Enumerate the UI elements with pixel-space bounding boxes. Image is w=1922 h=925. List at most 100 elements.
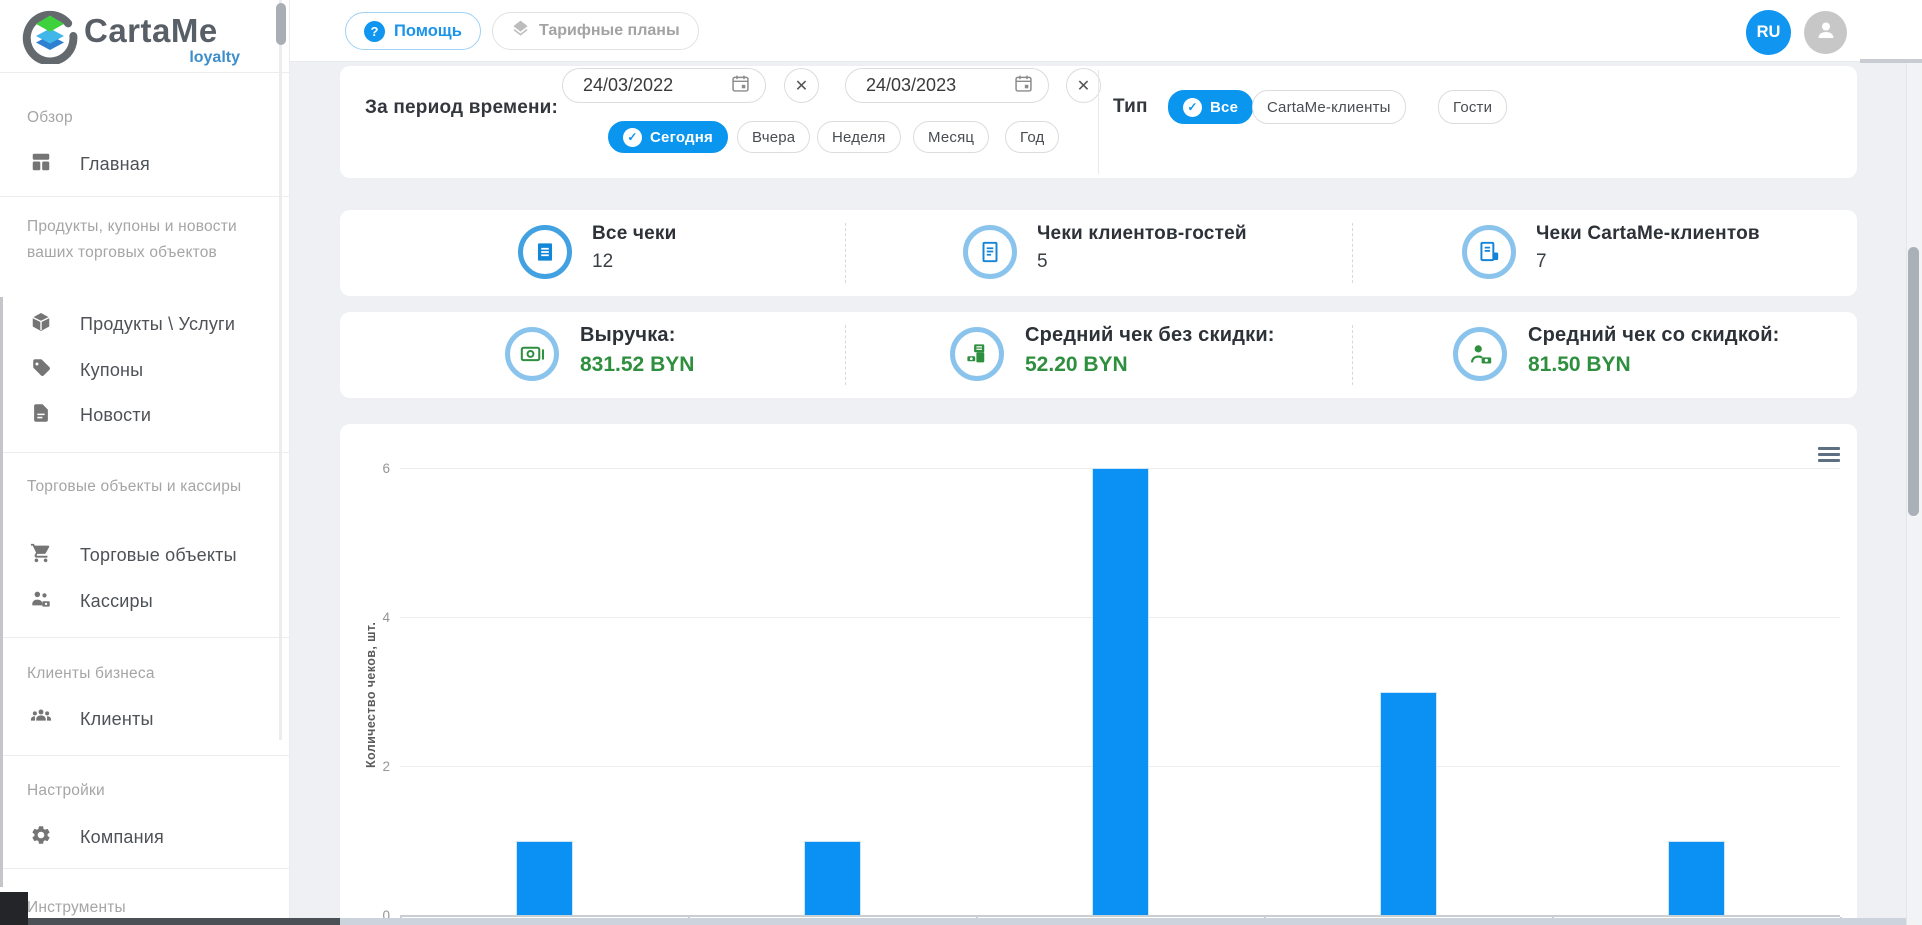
date-from-input[interactable]: 24/03/2022 bbox=[562, 68, 766, 103]
tariff-plans-button[interactable]: Тарифные планы bbox=[492, 12, 699, 50]
type-filter-guests[interactable]: Гости bbox=[1438, 90, 1507, 124]
divider bbox=[1352, 325, 1353, 385]
sidebar-item-company[interactable]: Компания bbox=[30, 823, 270, 851]
sidebar-item-label: Кассиры bbox=[80, 591, 153, 612]
stat-label: Средний чек без скидки: bbox=[1025, 324, 1275, 347]
help-button[interactable]: ? Помощь bbox=[345, 12, 481, 50]
sidebar-item-label: Торговые объекты bbox=[80, 545, 237, 566]
stat-revenue: Выручка: 831.52 BYN bbox=[580, 324, 694, 377]
bar[interactable] bbox=[1668, 841, 1725, 916]
cashiers-icon bbox=[30, 588, 52, 615]
stat-guest-checks: Чеки клиентов-гостей 5 bbox=[1037, 223, 1247, 273]
date-to-value: 24/03/2023 bbox=[866, 75, 956, 96]
close-icon: ✕ bbox=[795, 76, 808, 96]
sidebar-item-clients[interactable]: Клиенты bbox=[30, 705, 270, 733]
stat-value: 5 bbox=[1037, 251, 1247, 273]
brand-name: CartaMe bbox=[84, 12, 218, 50]
sidebar-item-main[interactable]: Главная bbox=[30, 150, 270, 178]
type-filter-cartame-clients[interactable]: CartaMe-клиенты bbox=[1252, 90, 1406, 124]
banknote-icon bbox=[505, 327, 559, 381]
sidebar-item-outlets[interactable]: Торговые объекты bbox=[30, 541, 270, 569]
stat-value: 7 bbox=[1536, 251, 1760, 273]
app-window: CartaMe loyalty Обзор Главная Продукты, … bbox=[0, 0, 1922, 925]
left-edge-line bbox=[0, 297, 3, 887]
y-axis-title: Количество чеков, шт. bbox=[364, 545, 378, 845]
divider bbox=[0, 452, 290, 453]
date-to-input[interactable]: 24/03/2023 bbox=[845, 68, 1049, 103]
bar[interactable] bbox=[804, 841, 861, 916]
tariff-plans-label: Тарифные планы bbox=[539, 22, 680, 40]
clients-icon bbox=[30, 706, 52, 733]
dashboard-icon bbox=[30, 151, 52, 178]
bar[interactable] bbox=[516, 841, 573, 916]
sidebar-scrollbar-track[interactable] bbox=[279, 0, 282, 740]
tag-icon bbox=[30, 357, 52, 384]
stat-value: 12 bbox=[592, 251, 677, 273]
sidebar-item-label: Купоны bbox=[80, 360, 143, 381]
check-icon: ✓ bbox=[1183, 98, 1202, 117]
type-filter-all[interactable]: ✓ Все bbox=[1168, 90, 1253, 124]
cart-icon bbox=[30, 542, 52, 569]
cube-icon bbox=[30, 311, 52, 338]
sidebar-item-coupons[interactable]: Купоны bbox=[30, 356, 270, 384]
clear-date-to-button[interactable]: ✕ bbox=[1066, 68, 1101, 103]
news-icon bbox=[30, 402, 52, 429]
quick-filter-year[interactable]: Год bbox=[1005, 121, 1059, 153]
sidebar-item-label: Компания bbox=[80, 827, 164, 848]
sidebar-item-label: Клиенты bbox=[80, 709, 154, 730]
period-filter-card: За период времени: 24/03/2022 ✕ 24/03/20… bbox=[340, 66, 1857, 178]
receipt-bookmark-icon bbox=[1462, 225, 1516, 279]
brand-tagline: loyalty bbox=[84, 49, 240, 67]
quick-filter-today[interactable]: ✓ Сегодня bbox=[608, 121, 728, 153]
close-icon: ✕ bbox=[1077, 76, 1090, 96]
calendar-icon bbox=[730, 73, 751, 99]
check-icon: ✓ bbox=[623, 128, 642, 147]
sidebar-section-overview: Обзор bbox=[27, 105, 265, 131]
bottom-edge bbox=[340, 918, 1922, 925]
quick-filter-label: Сегодня bbox=[650, 129, 713, 146]
sidebar-item-news[interactable]: Новости bbox=[30, 401, 270, 429]
gear-icon bbox=[30, 824, 52, 851]
sidebar-section-products: Продукты, купоны и новости ваших торговы… bbox=[27, 214, 265, 265]
sidebar-section-clients: Клиенты бизнеса bbox=[27, 661, 265, 687]
sidebar-item-label: Главная bbox=[80, 154, 150, 175]
checks-chart-card: Количество чеков, шт. 0246 bbox=[340, 424, 1857, 925]
divider bbox=[0, 72, 290, 73]
bottom-edge-left bbox=[0, 918, 340, 925]
sidebar-section-outlets: Торговые объекты и кассиры bbox=[27, 474, 265, 500]
divider bbox=[845, 325, 846, 385]
y-axis-tick-label: 4 bbox=[358, 610, 390, 625]
sidebar-scrollbar-thumb[interactable] bbox=[276, 3, 286, 45]
quick-filter-week[interactable]: Неделя bbox=[817, 121, 901, 153]
clear-date-from-button[interactable]: ✕ bbox=[784, 68, 819, 103]
sidebar-item-products-services[interactable]: Продукты \ Услуги bbox=[30, 310, 270, 338]
chart-menu-icon[interactable] bbox=[1818, 447, 1840, 465]
period-label: За период времени: bbox=[365, 97, 558, 119]
sidebar-section-settings: Настройки bbox=[27, 778, 265, 804]
calendar-icon bbox=[1013, 73, 1034, 99]
sidebar-item-label: Новости bbox=[80, 405, 151, 426]
language-badge[interactable]: RU bbox=[1746, 10, 1791, 55]
stat-label: Все чеки bbox=[592, 223, 677, 245]
divider bbox=[0, 755, 290, 756]
stat-label: Средний чек со скидкой: bbox=[1528, 324, 1780, 347]
sidebar-item-cashiers[interactable]: Кассиры bbox=[30, 587, 270, 615]
bar[interactable] bbox=[1380, 692, 1437, 916]
sidebar: CartaMe loyalty Обзор Главная Продукты, … bbox=[0, 0, 290, 925]
quick-filter-yesterday[interactable]: Вчера bbox=[737, 121, 810, 153]
stat-value: 831.52 BYN bbox=[580, 353, 694, 377]
bar[interactable] bbox=[1092, 468, 1149, 915]
avatar[interactable] bbox=[1804, 11, 1847, 54]
receipt-outline-icon bbox=[963, 225, 1017, 279]
stat-label: Выручка: bbox=[580, 324, 694, 347]
type-filter-label: Все bbox=[1210, 99, 1238, 116]
stat-value: 52.20 BYN bbox=[1025, 353, 1275, 377]
scrollbar-corner bbox=[1860, 59, 1922, 63]
divider bbox=[0, 196, 290, 197]
receipt-filled-icon bbox=[518, 225, 572, 279]
page-scrollbar-thumb[interactable] bbox=[1908, 247, 1919, 516]
stat-avg-check-no-discount: Средний чек без скидки: 52.20 BYN bbox=[1025, 324, 1275, 377]
brand-logo[interactable] bbox=[22, 8, 78, 69]
divider bbox=[1098, 70, 1099, 174]
quick-filter-month[interactable]: Месяц bbox=[913, 121, 989, 153]
